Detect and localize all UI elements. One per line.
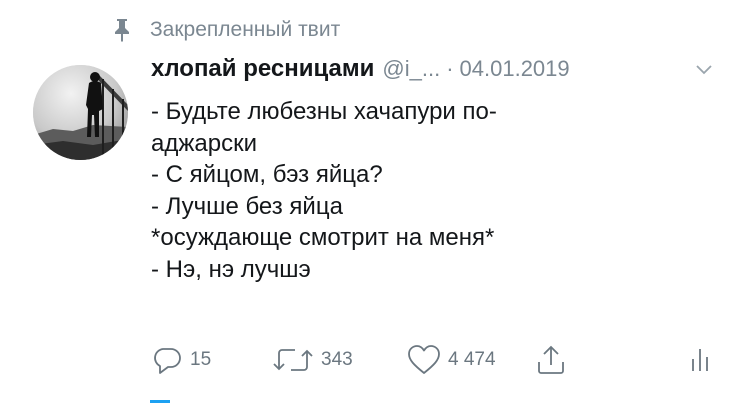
reply-button[interactable]: 15: [150, 340, 211, 380]
tweet-line: *осуждающе смотрит на меня*: [151, 224, 495, 251]
like-button[interactable]: 4 474: [406, 340, 496, 380]
active-indicator: [150, 400, 170, 403]
tweet-text: - Будьте любезны хачапури по- аджарски -…: [151, 96, 671, 285]
tweet-line: - Нэ, нэ лучшэ: [151, 255, 311, 283]
reply-count: 15: [190, 349, 212, 370]
retweet-button[interactable]: 343: [271, 340, 353, 380]
author-name[interactable]: хлопай ресницами: [151, 55, 374, 83]
retweet-icon: [273, 349, 313, 371]
tweet-line: - С яйцом, бэз яйца?: [151, 161, 383, 188]
tweet-line: - Лучше без яйца: [151, 192, 343, 220]
avatar[interactable]: [33, 65, 128, 160]
retweet-count: 343: [321, 349, 353, 370]
analytics-icon: [692, 349, 708, 371]
heart-icon: [408, 345, 440, 374]
tweet-date[interactable]: 04.01.2019: [460, 56, 570, 82]
tweet-header: хлопай ресницами @i_... · 04.01.2019: [151, 55, 570, 89]
share-icon: [538, 345, 564, 374]
author-handle[interactable]: @i_...: [382, 56, 440, 82]
tweet-line: - Будьте любезны хачапури по-: [151, 98, 497, 125]
chevron-down-icon[interactable]: [696, 64, 712, 76]
like-count: 4 474: [448, 349, 496, 370]
analytics-button[interactable]: [690, 340, 710, 380]
header-separator: ·: [446, 56, 454, 81]
pin-icon: [115, 19, 129, 42]
tweet-line: аджарски: [151, 129, 258, 157]
tweet-actions: 15 343 4 474: [0, 340, 749, 380]
avatar-image: [33, 65, 128, 160]
share-button[interactable]: [536, 340, 566, 380]
reply-icon: [154, 348, 181, 374]
pinned-label: Закрепленный твит: [150, 18, 341, 41]
